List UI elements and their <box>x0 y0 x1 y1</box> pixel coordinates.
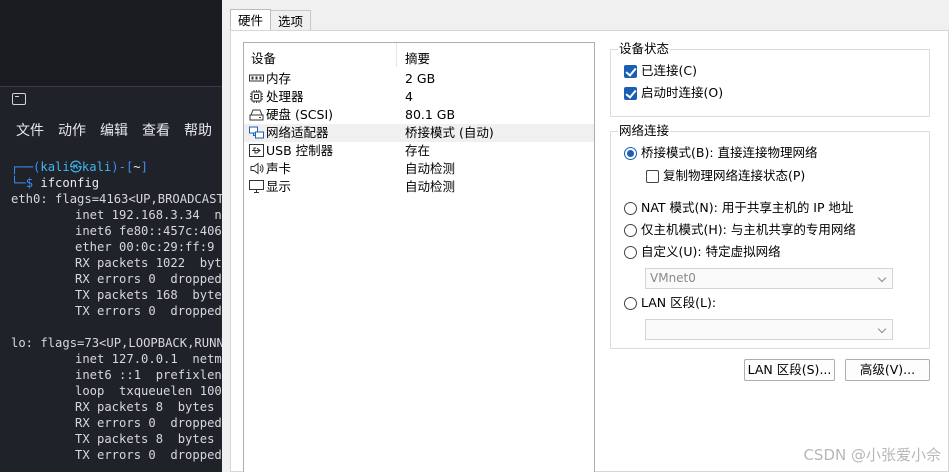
menu-file[interactable]: 文件 <box>16 120 44 140</box>
device-list-header: 设备 摘要 <box>244 43 594 67</box>
terminal-line: TX errors 0 dropped <box>75 304 222 318</box>
terminal-icon <box>12 93 26 105</box>
device-name: 处理器 <box>266 89 304 104</box>
custom-network-select[interactable]: VMnet0 <box>645 268 893 289</box>
checkbox-checked-icon <box>624 86 637 100</box>
tab-options[interactable]: 选项 <box>271 10 312 30</box>
hardware-panel: 设备 摘要 内存 2 GB 处理器 4 硬盘 (SCSI) 80.1 GB 网络适配器 桥接模… <box>230 30 949 472</box>
network-connection-title: 网络连接 <box>618 123 671 138</box>
checkbox-checked-icon <box>624 64 637 78</box>
column-divider[interactable] <box>396 43 397 67</box>
terminal-line: lo: flags=73<UP,LOOPBACK,RUNNING <box>11 336 222 350</box>
custom-network-radio[interactable]: 自定义(U): 特定虚拟网络 <box>624 244 781 260</box>
replicate-physical-state-checkbox[interactable]: 复制物理网络连接状态(P) <box>646 168 805 184</box>
terminal-line: inet6 ::1 prefixlen <box>75 368 222 382</box>
prompt-line: ┌──(kali㉿kali)-[~] <box>11 160 148 174</box>
memory-icon <box>249 72 264 85</box>
watermark: CSDN @小张爱小佘 <box>803 446 941 464</box>
terminal-menubar: 文件 动作 编辑 查看 帮助 <box>0 113 222 147</box>
chevron-down-icon <box>877 324 887 334</box>
device-row[interactable]: 声卡 自动检测 <box>244 160 594 178</box>
device-summary: 自动检测 <box>405 179 456 194</box>
tab-hardware[interactable]: 硬件 <box>230 9 272 31</box>
cpu-icon <box>249 90 264 103</box>
device-name: USB 控制器 <box>266 143 334 158</box>
menu-view[interactable]: 查看 <box>142 120 170 140</box>
lan-segments-button[interactable]: LAN 区段(S)... <box>744 359 835 381</box>
device-name: 声卡 <box>266 161 292 176</box>
tab-bar: 硬件 选项 <box>230 8 312 31</box>
device-summary: 自动检测 <box>405 161 456 176</box>
device-status-group: 设备状态 已连接(C) 启动时连接(O) <box>610 42 930 117</box>
lan-segment-select[interactable] <box>645 319 893 340</box>
network-adapter-icon <box>249 126 264 139</box>
device-name: 内存 <box>266 71 292 86</box>
usb-icon <box>249 144 264 157</box>
terminal-output[interactable]: ┌──(kali㉿kali)-[~] └─$ ifconfig eth0: fl… <box>0 159 222 472</box>
column-summary[interactable]: 摘要 <box>405 48 430 67</box>
radio-unselected-icon <box>624 245 637 259</box>
device-row[interactable]: 处理器 4 <box>244 88 594 106</box>
radio-selected-icon <box>624 146 637 160</box>
bridged-mode-radio[interactable]: 桥接模式(B): 直接连接物理网络 <box>624 145 818 161</box>
terminal-line: RX packets 1022 bytes <box>75 256 222 270</box>
device-summary: 桥接模式 (自动) <box>405 125 494 140</box>
terminal-titlebar <box>0 87 222 113</box>
radio-unselected-icon <box>624 201 637 215</box>
column-device[interactable]: 设备 <box>251 48 276 67</box>
device-summary: 4 <box>405 89 413 104</box>
speaker-icon <box>249 162 264 175</box>
device-summary: 80.1 GB <box>405 107 456 122</box>
device-name: 硬盘 (SCSI) <box>266 107 334 122</box>
checkbox-unchecked-icon <box>646 169 659 183</box>
connected-checkbox[interactable]: 已连接(C) <box>624 63 697 79</box>
menu-edit[interactable]: 编辑 <box>100 120 128 140</box>
terminal-line: RX packets 8 bytes <box>75 400 215 414</box>
nat-mode-radio[interactable]: NAT 模式(N): 用于共享主机的 IP 地址 <box>624 200 854 216</box>
device-row[interactable]: 网络适配器 桥接模式 (自动) <box>244 124 594 142</box>
advanced-button[interactable]: 高级(V)... <box>845 359 930 381</box>
device-row[interactable]: 内存 2 GB <box>244 70 594 88</box>
terminal-line: RX errors 0 dropped <box>75 272 222 286</box>
device-summary: 存在 <box>405 143 431 158</box>
radio-unselected-icon <box>624 296 637 310</box>
connect-at-power-on-checkbox[interactable]: 启动时连接(O) <box>624 85 723 101</box>
device-row[interactable]: 硬盘 (SCSI) 80.1 GB <box>244 106 594 124</box>
device-status-title: 设备状态 <box>618 41 671 56</box>
host-only-mode-radio[interactable]: 仅主机模式(H): 与主机共享的专用网络 <box>624 222 856 238</box>
terminal-line: loop txqueuelen 1000 <box>75 384 222 398</box>
device-name: 显示 <box>266 179 292 194</box>
terminal-line: eth0: flags=4163<UP,BROADCAST <box>11 192 222 206</box>
network-connection-group: 网络连接 桥接模式(B): 直接连接物理网络 复制物理网络连接状态(P) NAT… <box>610 124 930 349</box>
menu-action[interactable]: 动作 <box>58 120 86 140</box>
device-list: 设备 摘要 内存 2 GB 处理器 4 硬盘 (SCSI) 80.1 GB 网络适配器 桥接模… <box>243 42 595 472</box>
radio-unselected-icon <box>624 223 637 237</box>
terminal-line: inet6 fe80::457c:4060 <box>75 224 222 238</box>
terminal-line: ether 00:0c:29:ff:9 <box>75 240 215 254</box>
menu-help[interactable]: 帮助 <box>184 120 212 140</box>
terminal-window[interactable]: 文件 动作 编辑 查看 帮助 ┌──(kali㉿kali)-[~] └─$ if… <box>0 86 222 472</box>
terminal-line: TX packets 8 bytes <box>75 432 215 446</box>
device-name: 网络适配器 <box>266 125 329 140</box>
terminal-line: TX errors 0 dropped <box>75 448 222 462</box>
hard-disk-icon <box>249 108 264 121</box>
terminal-line: inet 192.168.3.34 netmask <box>75 208 222 222</box>
device-row[interactable]: USB 控制器 存在 <box>244 142 594 160</box>
terminal-line: inet 127.0.0.1 netmask <box>75 352 222 366</box>
device-row[interactable]: 显示 自动检测 <box>244 178 594 196</box>
monitor-icon <box>249 180 264 193</box>
vm-settings-dialog: 硬件 选项 设备 摘要 内存 2 GB 处理器 4 硬盘 (SCSI) 80.1 GB 网络… <box>222 0 949 472</box>
command-line: └─$ ifconfig <box>11 176 100 190</box>
chevron-down-icon <box>877 273 887 283</box>
device-summary: 2 GB <box>405 71 436 86</box>
terminal-line: RX errors 0 dropped <box>75 416 222 430</box>
terminal-line: TX packets 168 bytes <box>75 288 222 302</box>
lan-segment-radio[interactable]: LAN 区段(L): <box>624 295 716 311</box>
